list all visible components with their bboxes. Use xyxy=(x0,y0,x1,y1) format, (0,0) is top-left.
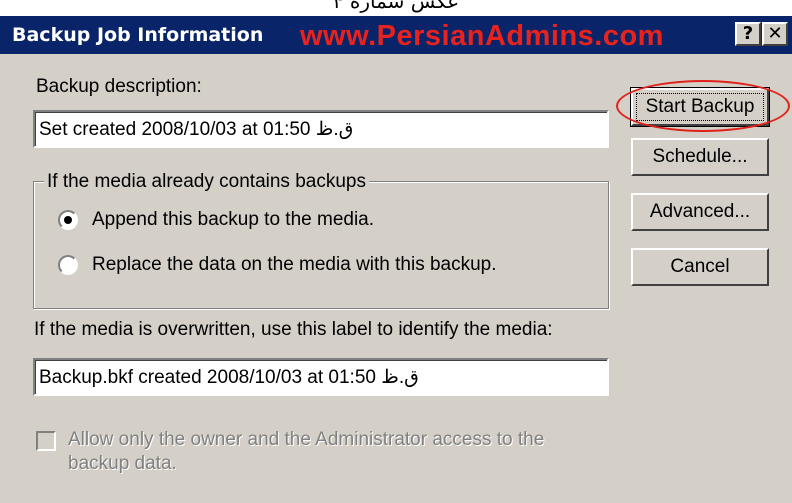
restrict-access-label: Allow only the owner and the Administrat… xyxy=(68,429,545,474)
media-label-value: Backup.bkf created 2008/10/03 at 01:50 ق… xyxy=(39,367,419,388)
backup-description-label: Backup description: xyxy=(36,76,202,97)
window-title: Backup Job Information xyxy=(12,24,264,46)
media-group-legend: If the media already contains backups xyxy=(44,171,369,193)
cancel-button[interactable]: Cancel xyxy=(631,248,769,286)
focus-rectangle xyxy=(636,93,764,121)
replace-option-label[interactable]: Replace the data on the media with this … xyxy=(92,254,497,276)
advanced-button[interactable]: Advanced... xyxy=(631,193,769,231)
backup-job-dialog: Backup Job Information www.PersianAdmins… xyxy=(0,16,792,503)
media-label-caption: If the media is overwritten, use this la… xyxy=(34,319,553,340)
backup-description-value: Set created 2008/10/03 at 01:50 ق.ظ xyxy=(39,119,354,140)
schedule-button[interactable]: Schedule... xyxy=(631,138,769,176)
image-caption: عکس شماره ۴ xyxy=(332,0,460,13)
start-backup-button[interactable]: Start Backup xyxy=(630,87,770,127)
restrict-access-checkbox xyxy=(36,431,56,451)
backup-description-field[interactable]: Set created 2008/10/03 at 01:50 ق.ظ xyxy=(33,110,609,148)
help-button[interactable]: ? xyxy=(735,22,761,46)
append-option-label[interactable]: Append this backup to the media. xyxy=(92,209,374,231)
title-bar[interactable]: Backup Job Information www.PersianAdmins… xyxy=(0,16,792,54)
media-contains-backups-group xyxy=(33,181,609,309)
append-radio[interactable] xyxy=(58,210,78,230)
replace-radio[interactable] xyxy=(58,255,78,275)
media-label-field[interactable]: Backup.bkf created 2008/10/03 at 01:50 ق… xyxy=(33,358,609,396)
radio-selected-dot xyxy=(64,216,72,224)
close-button[interactable]: ✕ xyxy=(762,22,788,46)
close-icon: ✕ xyxy=(767,23,783,44)
watermark: www.PersianAdmins.com xyxy=(300,20,664,52)
